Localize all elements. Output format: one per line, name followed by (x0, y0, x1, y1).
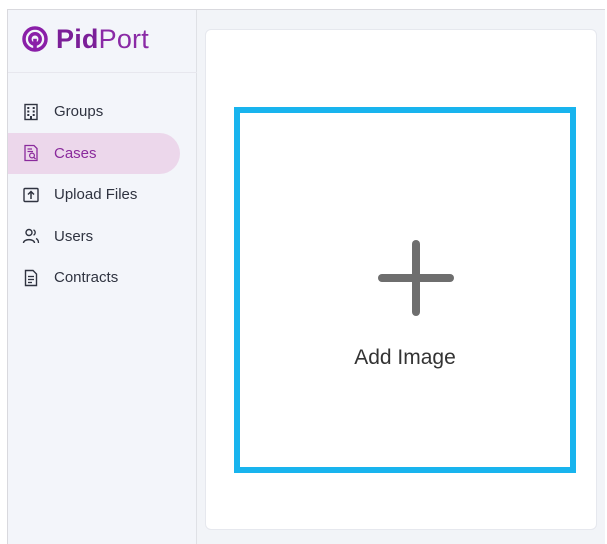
sidebar-item-users[interactable]: Users (8, 216, 197, 258)
document-icon (24, 269, 38, 286)
plus-icon (378, 240, 454, 316)
sidebar-item-cases[interactable]: Cases (8, 132, 197, 175)
upload-card: Add Image (205, 29, 597, 530)
sidebar-item-groups[interactable]: Groups (8, 91, 197, 133)
add-image-label: Add Image (354, 346, 456, 369)
sidebar-item-upload-files[interactable]: Upload Files (8, 174, 197, 216)
sidebar-item-contracts[interactable]: Contracts (8, 257, 197, 299)
brand-name-part1: Pid (56, 23, 99, 54)
sidebar-nav: Groups Cases Upload Files Users Contract… (8, 91, 197, 299)
brand-name: PidPort (56, 24, 149, 55)
brand[interactable]: PidPort (22, 14, 197, 64)
app-window: PidPort Groups Cases Upload Files Users … (7, 9, 605, 544)
building-icon (24, 103, 38, 120)
upload-icon (23, 187, 39, 202)
sidebar-item-label: Contracts (54, 269, 119, 287)
main-content: Add Image (197, 10, 605, 544)
sidebar-item-label: Groups (54, 103, 104, 121)
pidport-logo-icon (22, 26, 48, 52)
sidebar-item-label: Users (54, 227, 94, 245)
users-icon (22, 229, 40, 244)
sidebar-item-label: Cases (54, 144, 97, 162)
add-image-dropzone[interactable]: Add Image (234, 107, 576, 473)
case-search-icon (24, 145, 38, 162)
brand-name-part2: Port (98, 23, 149, 54)
sidebar-item-label: Upload Files (54, 186, 138, 204)
sidebar: PidPort Groups Cases Upload Files Users … (8, 10, 197, 544)
brand-divider (8, 72, 197, 73)
